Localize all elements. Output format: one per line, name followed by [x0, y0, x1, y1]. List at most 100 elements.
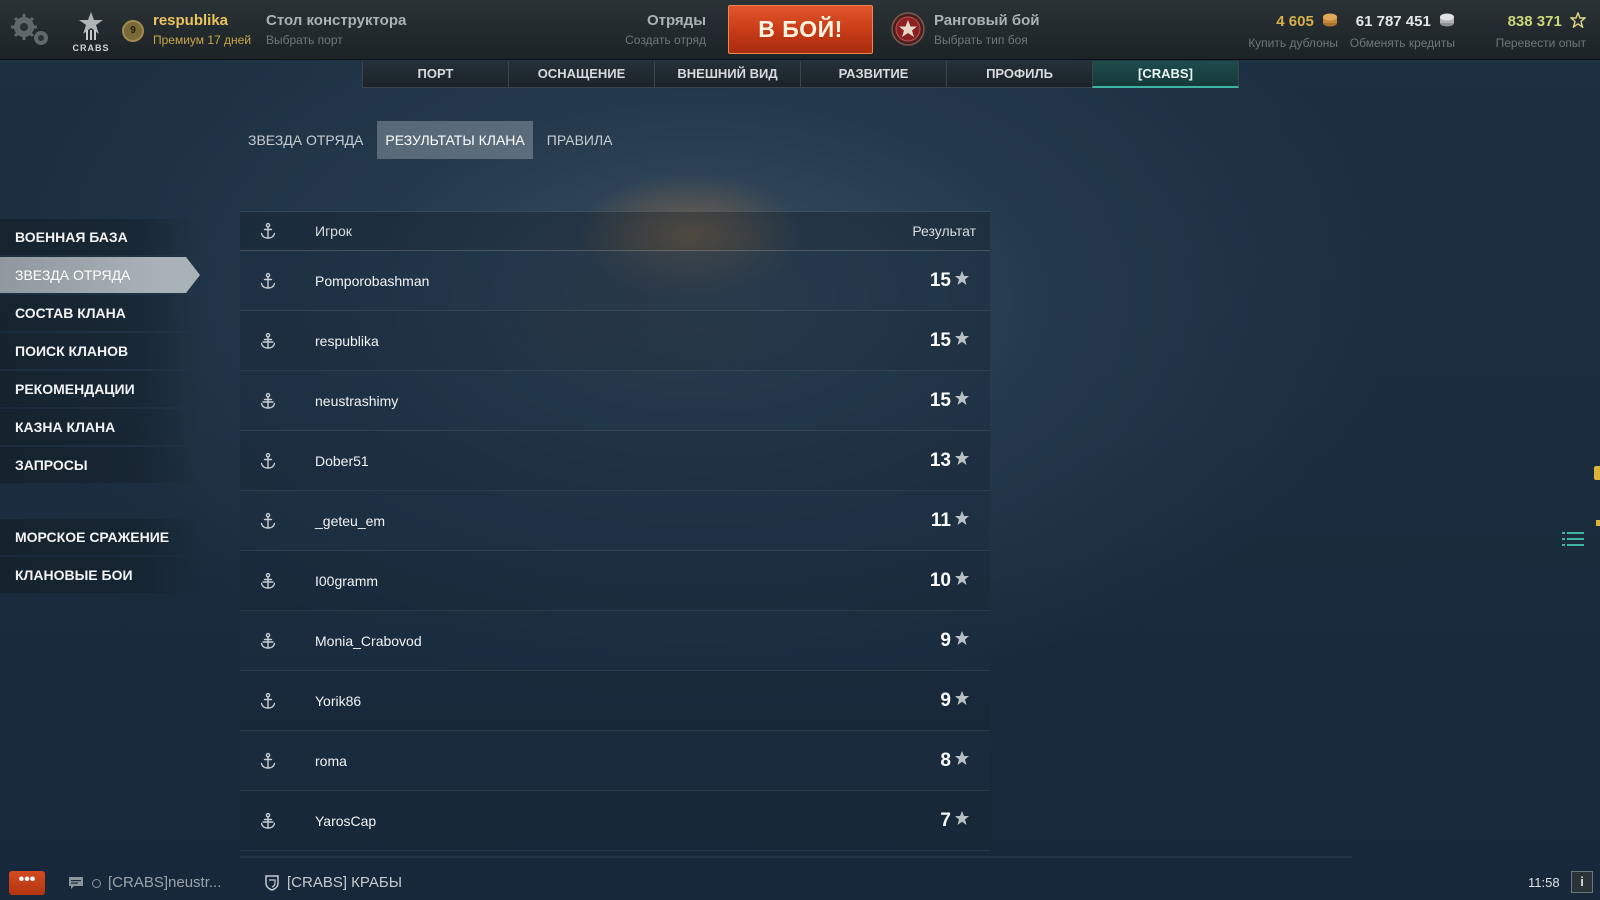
chat-channel-tab[interactable]: [CRABS]neustr...: [108, 874, 221, 891]
result-value: 10: [929, 569, 951, 591]
tab-equipment[interactable]: ОСНАЩЕНИЕ: [508, 61, 655, 88]
table-row[interactable]: Monia_Crabovod 9: [240, 611, 990, 671]
subtab-rules[interactable]: ПРАВИЛА: [539, 121, 621, 159]
subtab-clan-results[interactable]: РЕЗУЛЬТАТЫ КЛАНА: [377, 121, 533, 159]
star-icon: [955, 450, 969, 465]
table-row[interactable]: Dober51 13: [240, 431, 990, 491]
division-title[interactable]: Отряды: [647, 12, 706, 29]
list-toggle-icon[interactable]: [1562, 531, 1584, 547]
player-name-cell[interactable]: roma: [315, 753, 347, 769]
commander-anchor-icon: [260, 392, 276, 409]
doubloons-block[interactable]: 4 605 Купить дублоны: [1248, 12, 1338, 50]
sidebar-item-naval-battle[interactable]: МОРСКОЕ СРАЖЕНИЕ: [0, 519, 200, 555]
result-value: 15: [929, 329, 951, 351]
tab-clan[interactable]: [CRABS]: [1092, 61, 1239, 88]
result-value: 13: [929, 449, 951, 471]
buy-doubloons-link[interactable]: Купить дублоны: [1248, 36, 1338, 50]
player-name-cell[interactable]: neustrashimy: [315, 393, 398, 409]
sidebar-item-recommendations[interactable]: РЕКОМЕНДАЦИИ: [0, 371, 200, 407]
clan-sidebar: ВОЕННАЯ БАЗА ЗВЕЗДА ОТРЯДА СОСТАВ КЛАНА …: [0, 219, 200, 595]
star-icon: [955, 630, 969, 645]
create-division-link[interactable]: Создать отряд: [625, 33, 706, 47]
table-row[interactable]: neustrashimy 15: [240, 371, 990, 431]
edge-notification-marker-small[interactable]: [1596, 520, 1600, 526]
commander-anchor-icon: [260, 632, 276, 649]
clan-results-table: Игрок Результат Pomporobashman 15 respubli…: [240, 211, 990, 851]
free-xp-value: 838 371: [1507, 13, 1562, 30]
tab-profile[interactable]: ПРОФИЛЬ: [946, 61, 1093, 88]
credits-value: 61 787 451: [1355, 13, 1431, 30]
result-value: 8: [940, 749, 951, 771]
anchor-icon[interactable]: [259, 222, 277, 240]
chat-menu-button[interactable]: •••: [9, 871, 45, 895]
table-row[interactable]: Pomporobashman 15: [240, 251, 990, 311]
tab-research[interactable]: РАЗВИТИЕ: [800, 61, 947, 88]
commander-anchor-icon: [260, 812, 276, 829]
sidebar-item-division-star[interactable]: ЗВЕЗДА ОТРЯДА: [0, 257, 200, 293]
result-cell: 8: [940, 750, 970, 772]
battle-mode-select-link[interactable]: Выбрать тип боя: [934, 33, 1028, 47]
premium-status[interactable]: Премиум 17 дней: [153, 33, 251, 47]
sidebar-item-military-base[interactable]: ВОЕННАЯ БАЗА: [0, 219, 200, 255]
exchange-credits-link[interactable]: Обменять кредиты: [1350, 36, 1455, 50]
edge-notification-marker[interactable]: [1594, 466, 1600, 480]
sidebar-item-clan-search[interactable]: ПОИСК КЛАНОВ: [0, 333, 200, 369]
star-icon: [955, 390, 969, 405]
table-row[interactable]: roma 8: [240, 731, 990, 791]
commander-anchor-icon: [260, 332, 276, 349]
player-name-cell[interactable]: Yorik86: [315, 693, 361, 709]
sidebar-item-clan-members[interactable]: СОСТАВ КЛАНА: [0, 295, 200, 331]
star-icon: [955, 330, 969, 345]
top-bar: CRABS 9 respublika Премиум 17 дней Стол …: [0, 0, 1600, 60]
table-row[interactable]: _geteu_em 11: [240, 491, 990, 551]
clock: 11:58: [1528, 875, 1560, 890]
info-button[interactable]: i: [1571, 871, 1593, 893]
sidebar-item-clan-battles[interactable]: КЛАНОВЫЕ БОИ: [0, 557, 200, 593]
result-cell: 11: [931, 510, 970, 532]
ranked-battle-icon[interactable]: [891, 12, 925, 46]
free-xp-block[interactable]: 838 371 Перевести опыт: [1496, 12, 1586, 50]
free-xp-star-icon: [1570, 12, 1586, 28]
port-select-link[interactable]: Выбрать порт: [266, 33, 343, 47]
table-row[interactable]: I00gramm 10: [240, 551, 990, 611]
port-title[interactable]: Стол конструктора: [266, 12, 406, 29]
credits-block[interactable]: 61 787 451 Обменять кредиты: [1350, 12, 1455, 50]
result-cell: 7: [940, 810, 970, 832]
result-value: 15: [929, 269, 951, 291]
convert-xp-link[interactable]: Перевести опыт: [1496, 36, 1586, 50]
horizontal-divider: [240, 856, 1352, 858]
table-row[interactable]: YarosCap 7: [240, 791, 990, 851]
star-icon: [955, 270, 969, 285]
tab-port[interactable]: ПОРТ: [362, 61, 509, 88]
sidebar-item-requests[interactable]: ЗАПРОСЫ: [0, 447, 200, 483]
result-cell: 15: [930, 270, 970, 292]
player-name-cell[interactable]: _geteu_em: [315, 513, 385, 529]
tab-appearance[interactable]: ВНЕШНИЙ ВИД: [654, 61, 801, 88]
clan-chat-tab[interactable]: [CRABS] КРАБЫ: [287, 874, 402, 891]
sidebar-item-clan-treasury[interactable]: КАЗНА КЛАНА: [0, 409, 200, 445]
sub-tabs: ЗВЕЗДА ОТРЯДА РЕЗУЛЬТАТЫ КЛАНА ПРАВИЛА: [240, 121, 621, 159]
player-name-cell[interactable]: respublika: [315, 333, 379, 349]
clan-logo[interactable]: CRABS: [72, 10, 110, 54]
battle-mode-title[interactable]: Ранговый бой: [934, 12, 1040, 29]
player-name-cell[interactable]: I00gramm: [315, 573, 378, 589]
star-icon: [955, 690, 969, 705]
player-name[interactable]: respublika: [153, 12, 228, 29]
settings-gear-icon[interactable]: [8, 12, 52, 48]
battle-button[interactable]: В БОЙ!: [728, 5, 873, 54]
officer-anchor-icon: [260, 512, 276, 529]
chat-bubble-icon[interactable]: [68, 876, 84, 890]
officer-anchor-icon: [260, 452, 276, 469]
player-name-cell[interactable]: Dober51: [315, 453, 369, 469]
table-row[interactable]: respublika 15: [240, 311, 990, 371]
player-name-cell[interactable]: YarosCap: [315, 813, 376, 829]
table-row[interactable]: Yorik86 9: [240, 671, 990, 731]
column-player[interactable]: Игрок: [315, 223, 352, 239]
subtab-division-star[interactable]: ЗВЕЗДА ОТРЯДА: [240, 121, 371, 159]
officer-anchor-icon: [260, 272, 276, 289]
result-value: 15: [929, 389, 951, 411]
player-name-cell[interactable]: Monia_Crabovod: [315, 633, 422, 649]
account-level-badge: 9: [122, 20, 144, 42]
player-name-cell[interactable]: Pomporobashman: [315, 273, 429, 289]
column-result[interactable]: Результат: [912, 223, 976, 239]
